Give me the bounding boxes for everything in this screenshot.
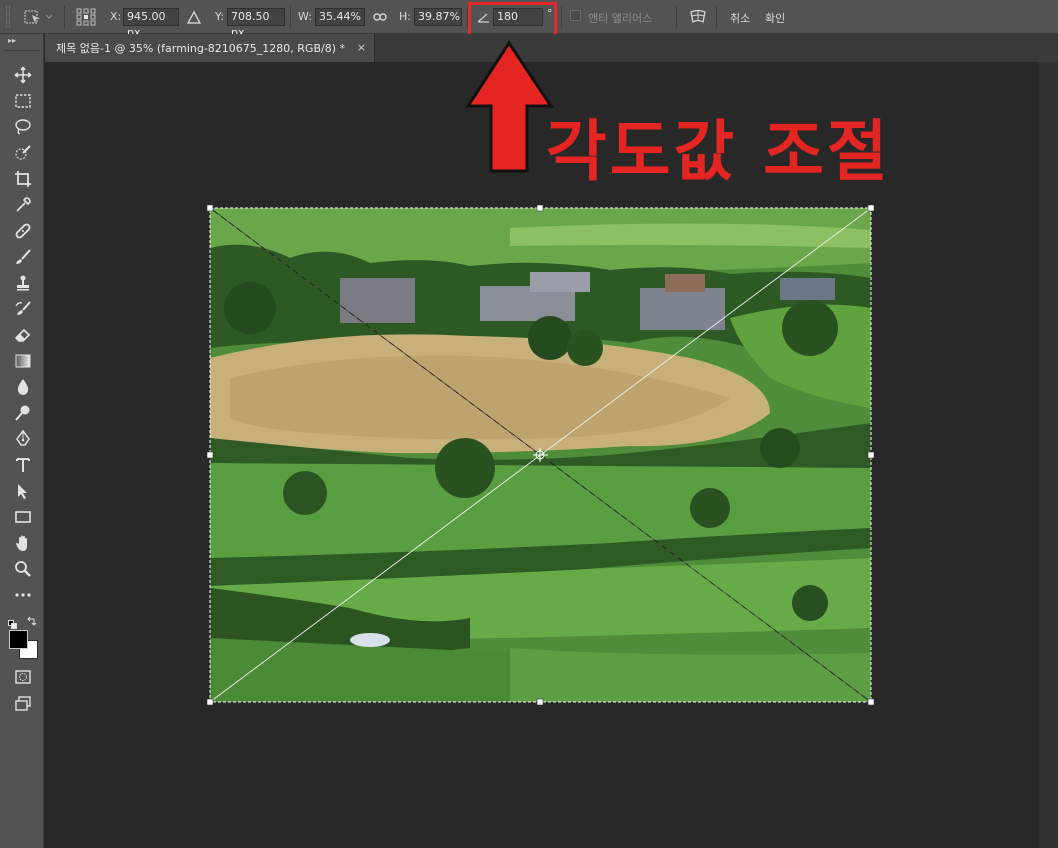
tools-panel: ▸▸: [0, 34, 44, 848]
document-tab[interactable]: 제목 없음-1 @ 35% (farming-8210675_1280, RGB…: [45, 34, 375, 62]
warp-icon: [690, 9, 706, 24]
healing-icon[interactable]: [12, 220, 34, 242]
reference-point-grid[interactable]: [76, 0, 96, 34]
separator: [64, 6, 65, 28]
foreground-color-swatch[interactable]: [9, 630, 28, 649]
height-field[interactable]: 39.87%: [414, 8, 462, 26]
close-document-icon[interactable]: ×: [357, 41, 366, 54]
document-tab-title: 제목 없음-1 @ 35% (farming-8210675_1280, RGB…: [56, 42, 345, 55]
quick-select-icon[interactable]: [12, 142, 34, 164]
quick-mask-icon[interactable]: [12, 666, 34, 688]
vertical-scrollbar[interactable]: [1038, 62, 1058, 848]
marquee-icon[interactable]: [12, 90, 34, 112]
x-label: X:: [110, 10, 122, 23]
panel-grip[interactable]: [6, 6, 10, 28]
brush-icon[interactable]: [12, 246, 34, 268]
separator: [716, 6, 717, 28]
gradient-icon[interactable]: [12, 350, 34, 372]
separator: [676, 6, 677, 28]
crop-icon[interactable]: [12, 168, 34, 190]
annotation-text: 각도값 조절: [546, 113, 891, 190]
stamp-icon[interactable]: [12, 272, 34, 294]
dodge-icon[interactable]: [12, 402, 34, 424]
reference-point-icon: [76, 8, 96, 26]
y-position-field[interactable]: 708.50 px: [227, 8, 285, 39]
eyedropper-icon[interactable]: [12, 194, 34, 216]
link-icon: [373, 13, 387, 21]
rectangle-icon[interactable]: [12, 506, 34, 528]
x-position-field[interactable]: 945.00 px: [123, 8, 179, 39]
divider: [4, 50, 40, 51]
zoom-icon[interactable]: [12, 558, 34, 580]
photoshop-window: X: 945.00 px Y: 708.50 px W: 35.44% H: 3…: [0, 0, 1058, 848]
warp-toggle-button[interactable]: [689, 0, 707, 34]
eraser-icon[interactable]: [12, 324, 34, 346]
collapse-panel-icon[interactable]: ▸▸: [8, 36, 16, 45]
angle-highlight-box: [468, 2, 557, 38]
anti-alias-label: 앤티 앨리어스: [588, 12, 653, 25]
relative-position-toggle[interactable]: [187, 0, 201, 34]
width-field[interactable]: 35.44%: [315, 8, 365, 26]
cancel-transform-button[interactable]: 취소: [730, 10, 750, 26]
blur-icon[interactable]: [12, 376, 34, 398]
more-icon[interactable]: [12, 584, 34, 606]
pen-icon[interactable]: [12, 428, 34, 450]
transform-guides: [206, 204, 875, 706]
options-bar: X: 945.00 px Y: 708.50 px W: 35.44% H: 3…: [0, 0, 1058, 39]
y-label: Y:: [215, 10, 224, 23]
move-icon[interactable]: [12, 64, 34, 86]
w-label: W:: [298, 10, 312, 23]
separator: [290, 6, 291, 28]
h-label: H:: [399, 10, 411, 23]
separator: [561, 6, 562, 28]
path-select-icon[interactable]: [12, 480, 34, 502]
maintain-aspect-ratio-toggle[interactable]: [373, 0, 387, 34]
anti-alias-checkbox[interactable]: [570, 10, 581, 21]
history-brush-icon[interactable]: [12, 298, 34, 320]
delta-icon: [187, 10, 201, 24]
lasso-icon[interactable]: [12, 116, 34, 138]
transform-tool-icon: [24, 10, 53, 24]
type-icon[interactable]: [12, 454, 34, 476]
annotation-arrow: [465, 40, 554, 173]
free-transform-box[interactable]: [206, 204, 875, 706]
screen-mode-icon[interactable]: [12, 692, 34, 714]
tool-preset-picker[interactable]: [24, 0, 54, 34]
swap-colors-icon[interactable]: [26, 612, 37, 631]
commit-transform-button[interactable]: 확인: [765, 10, 785, 26]
hand-icon[interactable]: [12, 532, 34, 554]
